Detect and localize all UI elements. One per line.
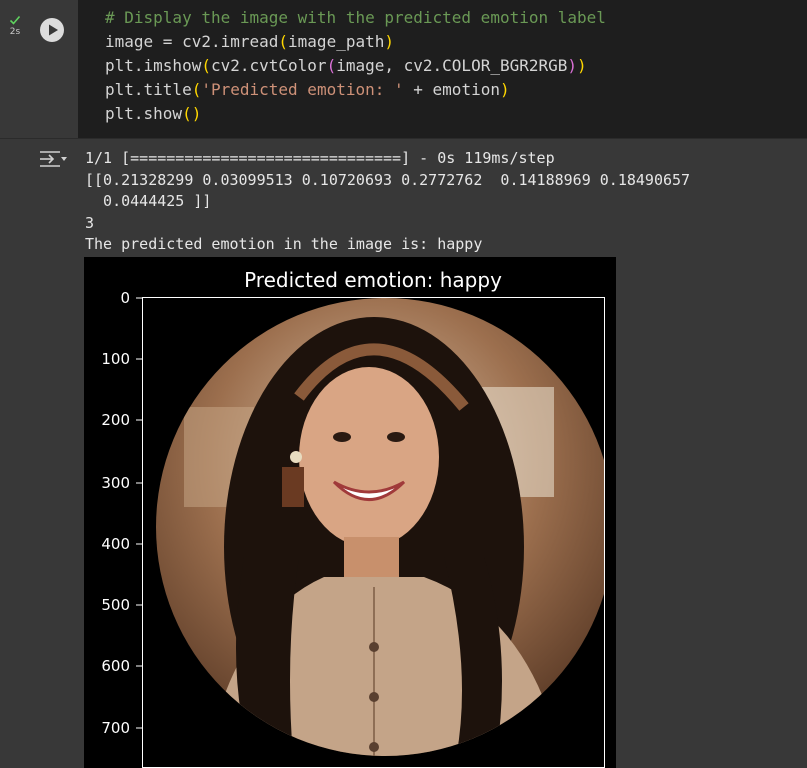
y-tick-500: 500 [101, 596, 142, 614]
svg-text:300: 300 [101, 474, 130, 492]
y-tick-600: 600 [101, 657, 142, 675]
array-line-1: [[0.21328299 0.03099513 0.10720693 0.277… [85, 170, 691, 189]
progress-line: 1/1 [==============================] - 0… [85, 149, 555, 167]
play-icon [40, 18, 64, 42]
output-expand-icon [40, 151, 67, 167]
array-line-2: 0.0444425 ]] [85, 192, 212, 211]
code-text: # Display the image with the predicted e… [105, 8, 606, 123]
cell-output: 1/1 [==============================] - 0… [85, 148, 690, 256]
svg-text:500: 500 [101, 596, 130, 614]
matplotlib-figure: Predicted emotion: happy 0 100 200 300 4… [84, 257, 616, 768]
output-toggle-button[interactable] [38, 148, 68, 170]
svg-text:100: 100 [101, 350, 130, 368]
svg-text:0: 0 [120, 289, 130, 307]
result-line: The predicted emotion in the image is: h… [85, 235, 483, 254]
svg-text:700: 700 [101, 719, 130, 737]
y-tick-200: 200 [101, 411, 142, 429]
run-cell-button[interactable] [29, 0, 77, 138]
plot-title: Predicted emotion: happy [244, 268, 502, 292]
y-tick-400: 400 [101, 535, 142, 553]
svg-text:400: 400 [101, 535, 130, 553]
y-tick-700: 700 [101, 719, 142, 737]
predicted-photo [142, 297, 605, 768]
check-icon [9, 15, 21, 25]
y-tick-300: 300 [101, 474, 142, 492]
code-comment: # Display the image with the predicted e… [105, 8, 606, 27]
index-line: 3 [85, 213, 95, 232]
y-tick-0: 0 [120, 289, 142, 307]
execution-time: 2s [9, 27, 21, 37]
execution-status: 2s [4, 14, 26, 37]
code-editor[interactable]: # Display the image with the predicted e… [78, 0, 807, 138]
notebook-cell: 2s # Display the image with the predicte… [0, 0, 807, 768]
y-tick-100: 100 [101, 350, 142, 368]
svg-text:600: 600 [101, 657, 130, 675]
y-axis: 0 100 200 300 400 500 600 700 [101, 289, 142, 737]
svg-text:200: 200 [101, 411, 130, 429]
cell-divider [0, 138, 807, 139]
